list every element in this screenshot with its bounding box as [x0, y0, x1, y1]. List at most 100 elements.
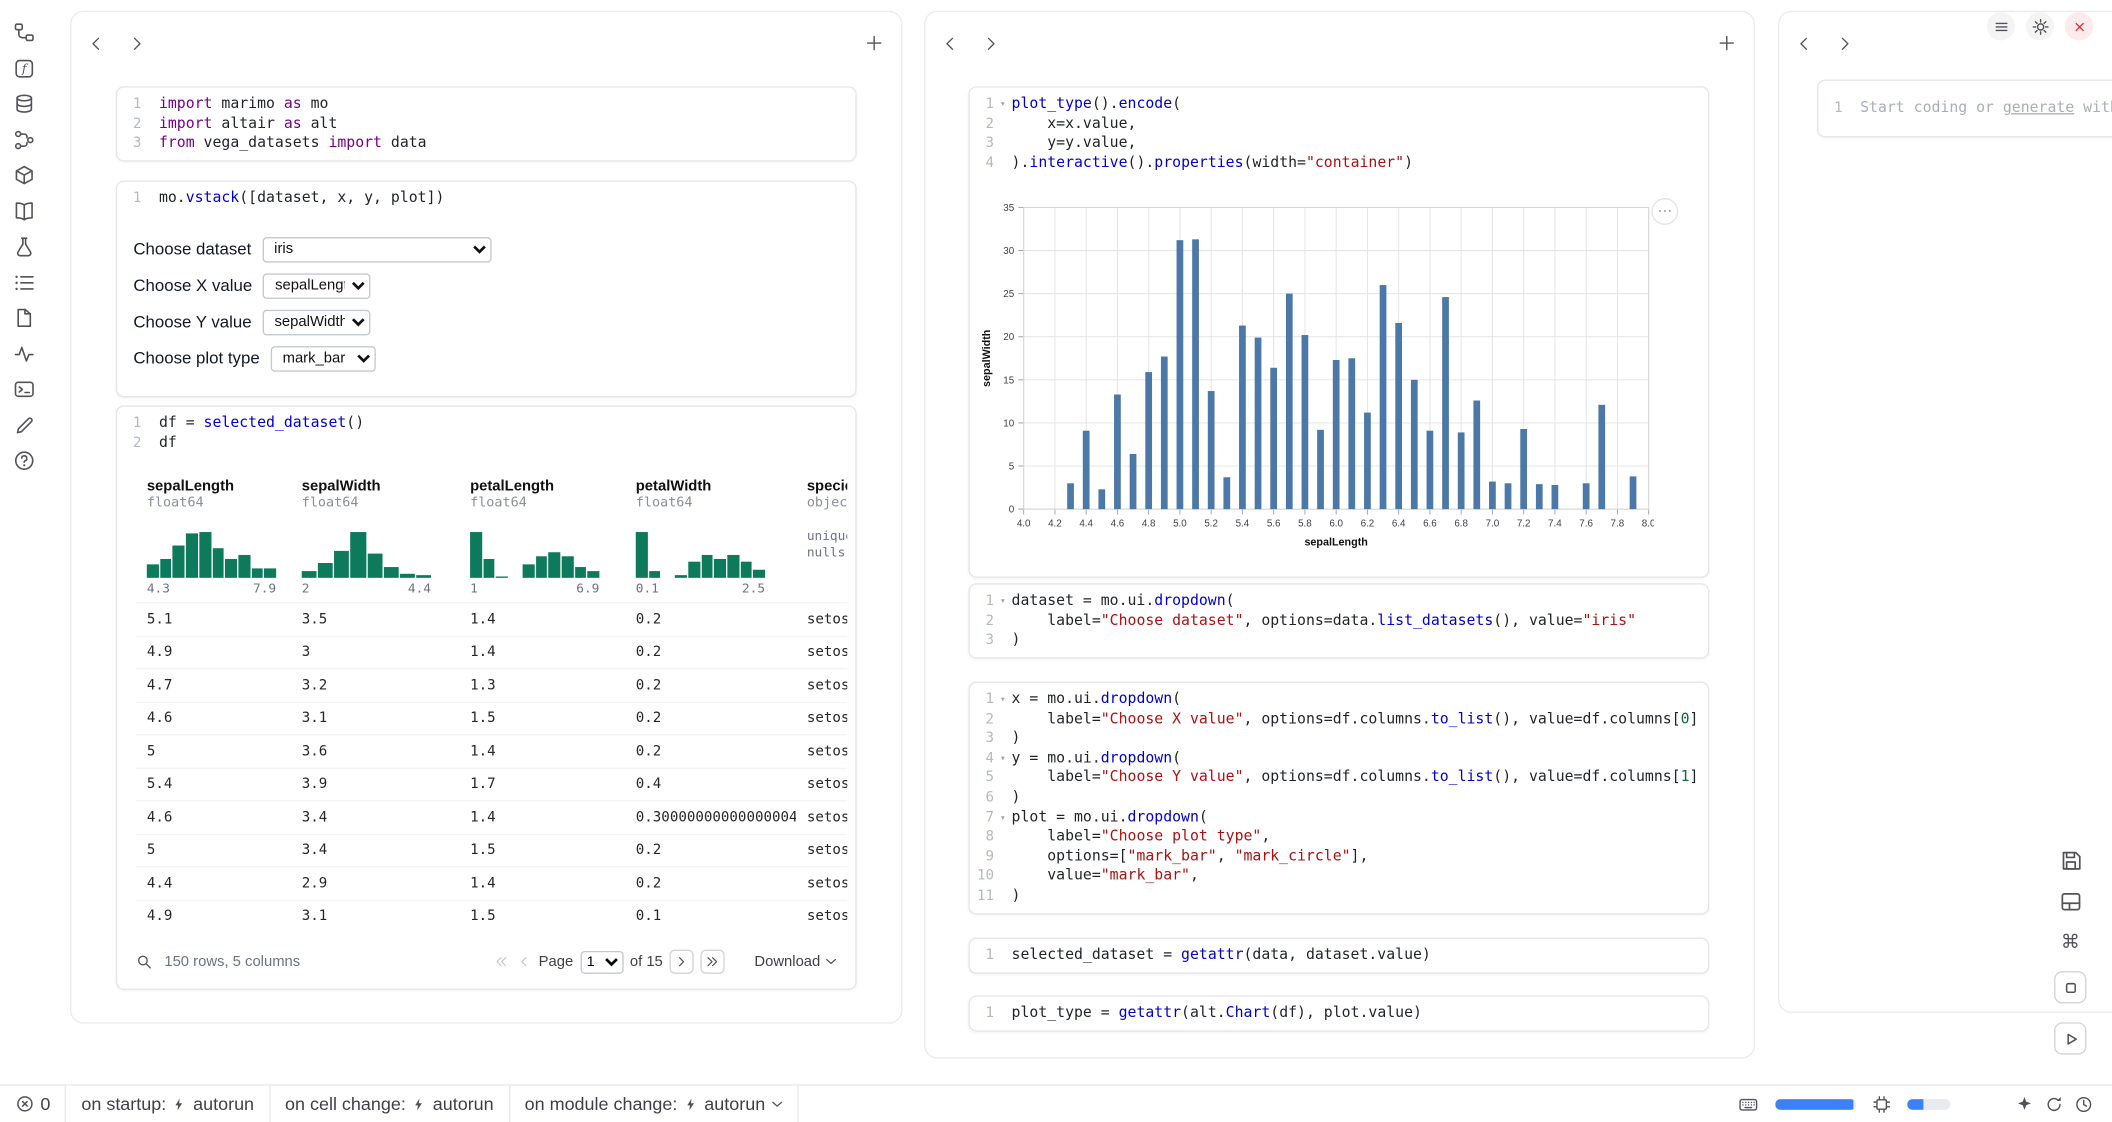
first-page-button[interactable]	[493, 954, 509, 970]
svg-text:7.6: 7.6	[1579, 519, 1593, 530]
column-header[interactable]: sepalWidthfloat6424.4	[291, 470, 459, 602]
next-page-button[interactable]	[670, 950, 694, 974]
on-cell-change-button[interactable]: on cell change: autorun	[270, 1086, 508, 1122]
table-row[interactable]: 5.13.51.40.2setosa	[136, 602, 847, 635]
plus-icon	[1717, 34, 1736, 53]
add-cell-button[interactable]	[1717, 34, 1736, 53]
code-editor[interactable]: 1df = selected_dataset()2df	[117, 407, 855, 460]
chip-button[interactable]	[1872, 1094, 1891, 1113]
column-header[interactable]: petalLengthfloat6416.9	[459, 470, 625, 602]
code-editor[interactable]: 1▾dataset = mo.ui.dropdown(2 label="Choo…	[970, 585, 1708, 657]
column-prev-button[interactable]	[88, 35, 106, 53]
code-line: 1 Start coding or generate with AI	[1818, 98, 2112, 118]
run-button[interactable]	[2054, 1022, 2086, 1054]
page-of-label: of 15	[630, 954, 663, 970]
table-row[interactable]: 4.63.41.40.30000000000000004setosa	[136, 800, 847, 833]
packages-icon[interactable]	[13, 164, 35, 186]
terminal-icon[interactable]	[13, 378, 35, 400]
table-cell: 0.2	[625, 842, 796, 858]
save-button[interactable]	[2059, 849, 2082, 872]
column-prev-button[interactable]	[942, 35, 960, 53]
runtime-status-button[interactable]	[2074, 1094, 2093, 1113]
dataset-select[interactable]: iris	[262, 237, 491, 263]
settings-button[interactable]	[2026, 12, 2054, 40]
stop-button[interactable]	[2054, 971, 2086, 1003]
table-row[interactable]: 53.41.50.2setosa	[136, 833, 847, 866]
plot-type-select[interactable]: mark_bar	[270, 346, 375, 372]
prev-page-button[interactable]	[516, 954, 532, 970]
column-header[interactable]: speciesobjectunique:nulls:	[796, 470, 847, 602]
column-header[interactable]: petalWidthfloat640.12.5	[625, 470, 796, 602]
code-editor[interactable]: 1 Start coding or generate with AI	[1818, 81, 2112, 136]
generate-with-ai-link[interactable]: generate	[2003, 98, 2074, 116]
editor-placeholder: Start coding or generate with AI	[1860, 98, 2112, 118]
column-histogram	[636, 527, 765, 578]
table-row[interactable]: 4.42.91.40.2setosa	[136, 866, 847, 899]
page-select[interactable]: 1	[580, 951, 623, 974]
code-editor[interactable]: 1plot_type = getattr(alt.Chart(df), plot…	[970, 997, 1708, 1030]
on-startup-button[interactable]: on startup: autorun	[67, 1086, 269, 1122]
database-icon[interactable]	[13, 93, 35, 115]
keyboard-shortcuts-button[interactable]: ⌘	[2061, 932, 2080, 952]
table-cell: 3	[291, 644, 459, 660]
keyboard-button[interactable]	[1738, 1094, 1760, 1113]
table-row[interactable]: 4.931.40.2setosa	[136, 635, 847, 668]
code-editor[interactable]: 1▾plot_type().encode(2 x=x.value,3 y=y.v…	[970, 88, 1708, 180]
code-line: 6)	[970, 788, 1708, 808]
tracebacks-icon[interactable]	[13, 343, 35, 365]
functions-icon[interactable]: f	[13, 57, 35, 79]
table-cell: 5	[136, 743, 291, 759]
help-icon[interactable]	[13, 450, 35, 472]
code-editor[interactable]: 1mo.vstack([dataset, x, y, plot])	[117, 182, 855, 215]
add-cell-button[interactable]	[865, 34, 884, 53]
code-line: 1import marimo as mo	[117, 94, 855, 114]
x-value-select[interactable]: sepalLength	[263, 273, 371, 299]
documentation-icon[interactable]	[13, 200, 35, 222]
column-header[interactable]: sepalLengthfloat644.37.9	[136, 470, 291, 602]
table-cell: 0.2	[625, 611, 796, 627]
bar	[1067, 484, 1074, 510]
bar	[1161, 357, 1168, 510]
svg-text:sepalWidth: sepalWidth	[981, 330, 993, 387]
table-row[interactable]: 4.63.11.50.2setosa	[136, 701, 847, 734]
code-editor[interactable]: 1▾x = mo.ui.dropdown(2 label="Choose X v…	[970, 683, 1708, 913]
search-button[interactable]	[136, 953, 154, 971]
table-row[interactable]: 4.73.21.30.2setosa	[136, 668, 847, 701]
code-editor[interactable]: 1import marimo as mo2import altair as al…	[117, 88, 855, 160]
download-button[interactable]: Download	[754, 954, 836, 970]
table-row[interactable]: 4.93.11.50.1setosa	[136, 899, 847, 932]
chart-options-button[interactable]: ⋯	[1651, 199, 1678, 226]
table-cell: 4.6	[136, 710, 291, 726]
snippets-icon[interactable]	[13, 236, 35, 258]
control-row: Choose Y value sepalWidth	[117, 304, 855, 340]
chip-icon	[1872, 1094, 1891, 1113]
on-module-change-button[interactable]: on module change: autorun	[510, 1086, 798, 1122]
shutdown-button[interactable]	[2065, 12, 2093, 40]
last-page-button[interactable]	[701, 950, 725, 974]
scratchpad-icon[interactable]	[13, 414, 35, 436]
code-editor[interactable]: 1selected_dataset = getattr(data, datase…	[970, 939, 1708, 972]
column-next-button[interactable]	[128, 35, 146, 53]
menu-button[interactable]	[1987, 12, 2015, 40]
layout-button[interactable]	[2059, 890, 2082, 913]
table-cell: setosa	[796, 776, 847, 792]
code-line: 3)	[970, 631, 1708, 651]
ai-button[interactable]	[2015, 1094, 2034, 1113]
errors-button[interactable]: 0	[13, 1086, 65, 1122]
column-next-button[interactable]	[982, 35, 1000, 53]
control-row: Choose plot type mark_bar	[117, 340, 855, 376]
file-tree-icon[interactable]	[13, 22, 35, 44]
outline-icon[interactable]	[13, 271, 35, 293]
svg-text:15: 15	[1003, 376, 1014, 387]
restart-button[interactable]	[2045, 1094, 2064, 1113]
logs-icon[interactable]	[13, 307, 35, 329]
table-cell: 3.1	[291, 710, 459, 726]
column-prev-button[interactable]	[1795, 35, 1813, 53]
table-row[interactable]: 5.43.91.70.4setosa	[136, 767, 847, 800]
column-next-button[interactable]	[1836, 35, 1854, 53]
code-line: 1▾dataset = mo.ui.dropdown(	[970, 591, 1708, 611]
table-row[interactable]: 53.61.40.2setosa	[136, 734, 847, 767]
dependency-graph-icon[interactable]	[13, 129, 35, 151]
table-cell: 0.2	[625, 710, 796, 726]
y-value-select[interactable]: sepalWidth	[262, 309, 370, 335]
